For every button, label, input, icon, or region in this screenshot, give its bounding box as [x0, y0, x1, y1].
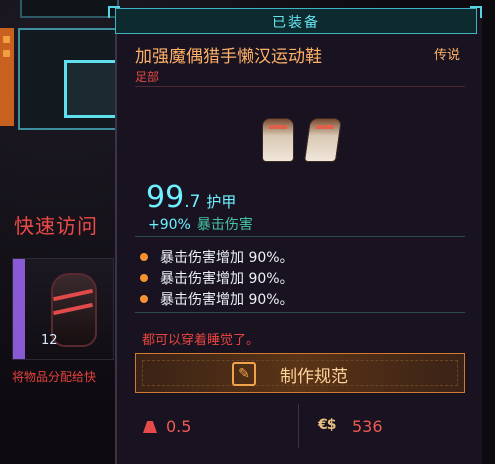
- inventory-slot-head[interactable]: [20, 0, 119, 18]
- grenade-quick-slot[interactable]: 12: [12, 258, 114, 360]
- slot-indicator-bar: [0, 28, 14, 126]
- footer-separator: [298, 404, 299, 448]
- effect-item: 暴击伤害增加 90%。: [140, 267, 294, 288]
- bullet-icon: [140, 252, 148, 261]
- crit-value: +90%: [148, 217, 191, 233]
- crit-bonus: +90% 暴击伤害: [148, 214, 253, 234]
- crit-label: 暴击伤害: [196, 217, 253, 233]
- shoe-icon: [303, 118, 343, 162]
- crafting-spec-label: 制作规范: [280, 367, 348, 387]
- armor-value-int: 99: [146, 180, 185, 215]
- item-price: 536: [352, 417, 383, 436]
- item-rarity: 传说: [434, 48, 461, 63]
- equipped-label: 已装备: [272, 15, 320, 31]
- selected-item-slot[interactable]: [64, 60, 122, 118]
- effects-list: 暴击伤害增加 90%。 暴击伤害增加 90%。 暴击伤害增加 90%。: [140, 246, 294, 309]
- item-weight: 0.5: [166, 417, 192, 436]
- item-slot-type: 足部: [135, 70, 160, 84]
- bullet-icon: [140, 294, 148, 303]
- header-corner-left: [108, 6, 120, 18]
- armor-label: 护甲: [206, 193, 237, 211]
- rarity-stripe: [13, 259, 25, 359]
- effect-item: 暴击伤害增加 90%。: [140, 246, 294, 267]
- divider: [135, 86, 465, 87]
- quick-access-title: 快速访问: [14, 214, 98, 238]
- crafting-spec-button[interactable]: ✎ 制作规范: [135, 353, 465, 393]
- wrench-icon: ✎: [232, 362, 256, 386]
- flavor-text: 都可以穿着睡觉了。: [142, 333, 260, 348]
- eurodollar-icon: €$: [318, 417, 337, 433]
- effect-item: 暴击伤害增加 90%。: [140, 288, 294, 309]
- item-name: 加强魔偶猎手懒汉运动鞋: [135, 47, 322, 67]
- grenade-count: 12: [41, 333, 58, 348]
- header-corner-right: [470, 6, 482, 18]
- divider: [135, 236, 465, 237]
- shoe-icon: [262, 118, 294, 162]
- bullet-icon: [140, 273, 148, 282]
- assign-hint: 将物品分配给快: [12, 370, 97, 384]
- armor-value-dec: .7: [184, 192, 201, 212]
- equipped-header: 已装备: [115, 8, 477, 34]
- divider: [135, 312, 465, 313]
- armor-stat: 99.7 护甲: [146, 180, 236, 215]
